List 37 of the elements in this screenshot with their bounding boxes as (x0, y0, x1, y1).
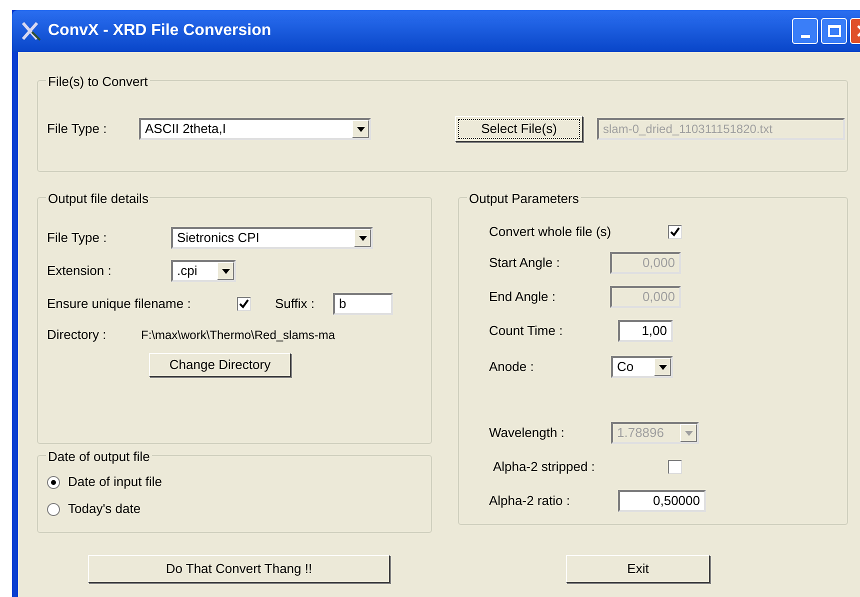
button[interactable]: Change Directory (149, 353, 291, 377)
field-label: Alpha-2 ratio : (489, 492, 571, 510)
checkbox[interactable] (237, 297, 251, 311)
radio-label: Date of input file (68, 473, 162, 492)
field-label: End Angle : (489, 288, 556, 306)
window-title: ConvX - XRD File Conversion (48, 21, 272, 41)
field-label: Extension : (47, 262, 112, 280)
radio-button[interactable] (47, 502, 60, 516)
field-label: File Type : (47, 120, 108, 138)
field-label: Suffix : (275, 295, 316, 314)
directory-path: F:\max\work\Thermo\Red_slams-ma (141, 327, 336, 344)
field-label: Count Time : (489, 322, 564, 340)
checkbox[interactable] (668, 460, 682, 474)
field-label: File Type : (47, 229, 108, 248)
checkbox[interactable] (668, 225, 682, 239)
button[interactable]: Select File(s) (455, 116, 583, 142)
input-field[interactable]: 0,50000 (618, 490, 706, 512)
dropdown[interactable]: .cpi (171, 260, 236, 282)
dropdown[interactable]: Sietronics CPI (171, 227, 373, 249)
button[interactable]: Exit (566, 555, 710, 583)
maximize-button[interactable] (821, 18, 847, 44)
field-label: Ensure unique filename : (47, 295, 192, 314)
field-label: Wavelength : (489, 424, 566, 442)
field-label: Start Angle : (489, 254, 561, 272)
button[interactable]: Do That Convert Thang !! (88, 555, 390, 583)
field-label: Convert whole file (s) (489, 223, 612, 242)
radio-button[interactable] (47, 476, 60, 488)
app-icon (20, 20, 42, 42)
input-field[interactable]: 1,00 (618, 320, 673, 342)
minimize-button[interactable] (792, 18, 818, 44)
field-label: Alpha-2 stripped : (492, 458, 596, 476)
dropdown[interactable]: ASCII 2theta,I (139, 118, 371, 140)
field-label: Directory : (47, 326, 108, 344)
input-field[interactable]: b (333, 293, 393, 315)
radio-label: Today's date (68, 500, 141, 518)
dropdown[interactable]: Co (611, 356, 673, 378)
field-label: Anode : (489, 358, 535, 376)
